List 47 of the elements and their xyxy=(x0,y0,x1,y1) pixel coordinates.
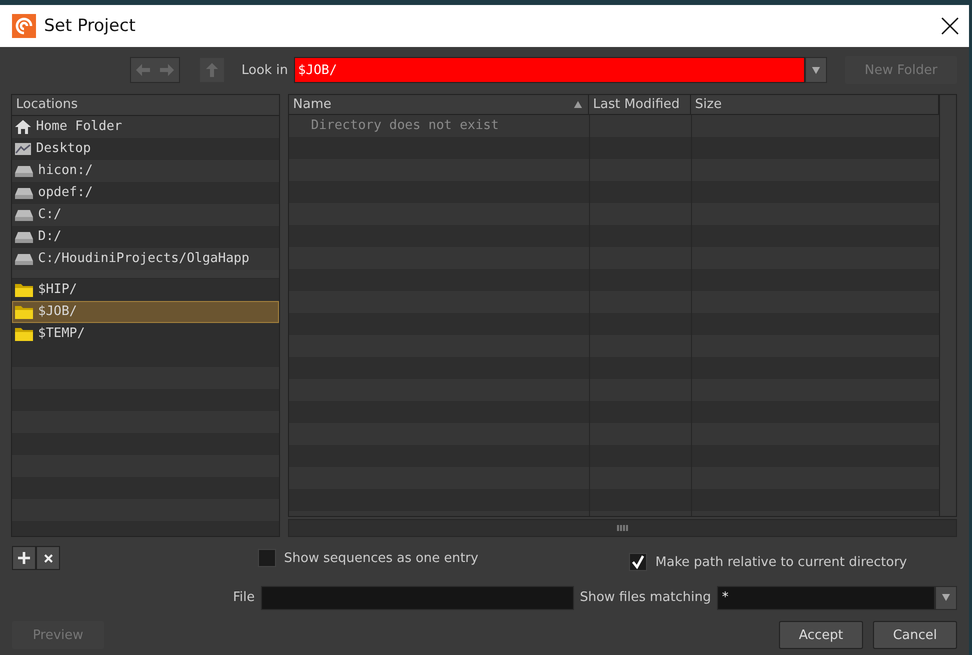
dialog-button[interactable]: Cancel xyxy=(873,621,957,650)
cross-icon xyxy=(44,554,52,563)
caret-icon xyxy=(812,66,820,74)
location-item[interactable]: $JOB/ xyxy=(12,300,279,323)
folder-icon xyxy=(14,326,34,342)
column-header[interactable]: Size xyxy=(691,94,939,115)
filter-label: Show files matching xyxy=(580,590,711,606)
dropdown-button[interactable] xyxy=(805,57,828,84)
look-in-label: Look in xyxy=(242,62,288,78)
arrow-left-icon xyxy=(136,64,150,76)
folder-icon xyxy=(14,282,34,298)
close-icon[interactable] xyxy=(941,17,959,36)
checkbox-label: Show sequences as one entry xyxy=(284,550,478,566)
grip-icon xyxy=(616,524,628,531)
up-button[interactable] xyxy=(200,58,224,82)
checkmark-icon xyxy=(631,555,646,570)
checkbox[interactable] xyxy=(629,553,648,572)
sort-icon xyxy=(574,100,582,108)
location-item[interactable]: D:/ xyxy=(12,226,279,248)
look-in-field[interactable]: $JOB/ xyxy=(294,57,806,84)
locations-header: Locations xyxy=(12,94,279,116)
column-header[interactable]: Name xyxy=(289,94,589,115)
file-label: File xyxy=(233,590,255,606)
plus-icon xyxy=(18,552,30,564)
location-item[interactable]: Desktop xyxy=(12,138,279,160)
empty-message: Directory does not exist xyxy=(310,117,500,136)
column-header[interactable]: Last Modified xyxy=(589,94,691,115)
folder-icon xyxy=(14,304,34,320)
dropdown-button[interactable] xyxy=(935,586,957,610)
location-item[interactable]: opdef:/ xyxy=(12,182,279,204)
location-item[interactable]: $TEMP/ xyxy=(12,322,279,345)
filter-field[interactable]: * xyxy=(717,586,935,610)
checkbox-label: Make path relative to current directory xyxy=(655,554,907,570)
caret-icon xyxy=(942,594,950,602)
app-logo-icon xyxy=(12,14,36,38)
arrow-right-icon xyxy=(160,64,174,76)
horizontal-scrollbar[interactable] xyxy=(288,518,957,537)
desktop-icon xyxy=(14,140,32,157)
add-button[interactable] xyxy=(12,546,36,570)
house-icon xyxy=(14,118,32,135)
dialog-button[interactable]: Accept xyxy=(779,621,863,650)
window-title: Set Project xyxy=(44,16,136,36)
checkbox[interactable] xyxy=(258,549,276,568)
location-item[interactable]: $HIP/ xyxy=(12,278,279,301)
remove-button[interactable] xyxy=(36,546,60,570)
file-field[interactable] xyxy=(260,586,574,610)
arrow-up-icon xyxy=(206,63,218,78)
